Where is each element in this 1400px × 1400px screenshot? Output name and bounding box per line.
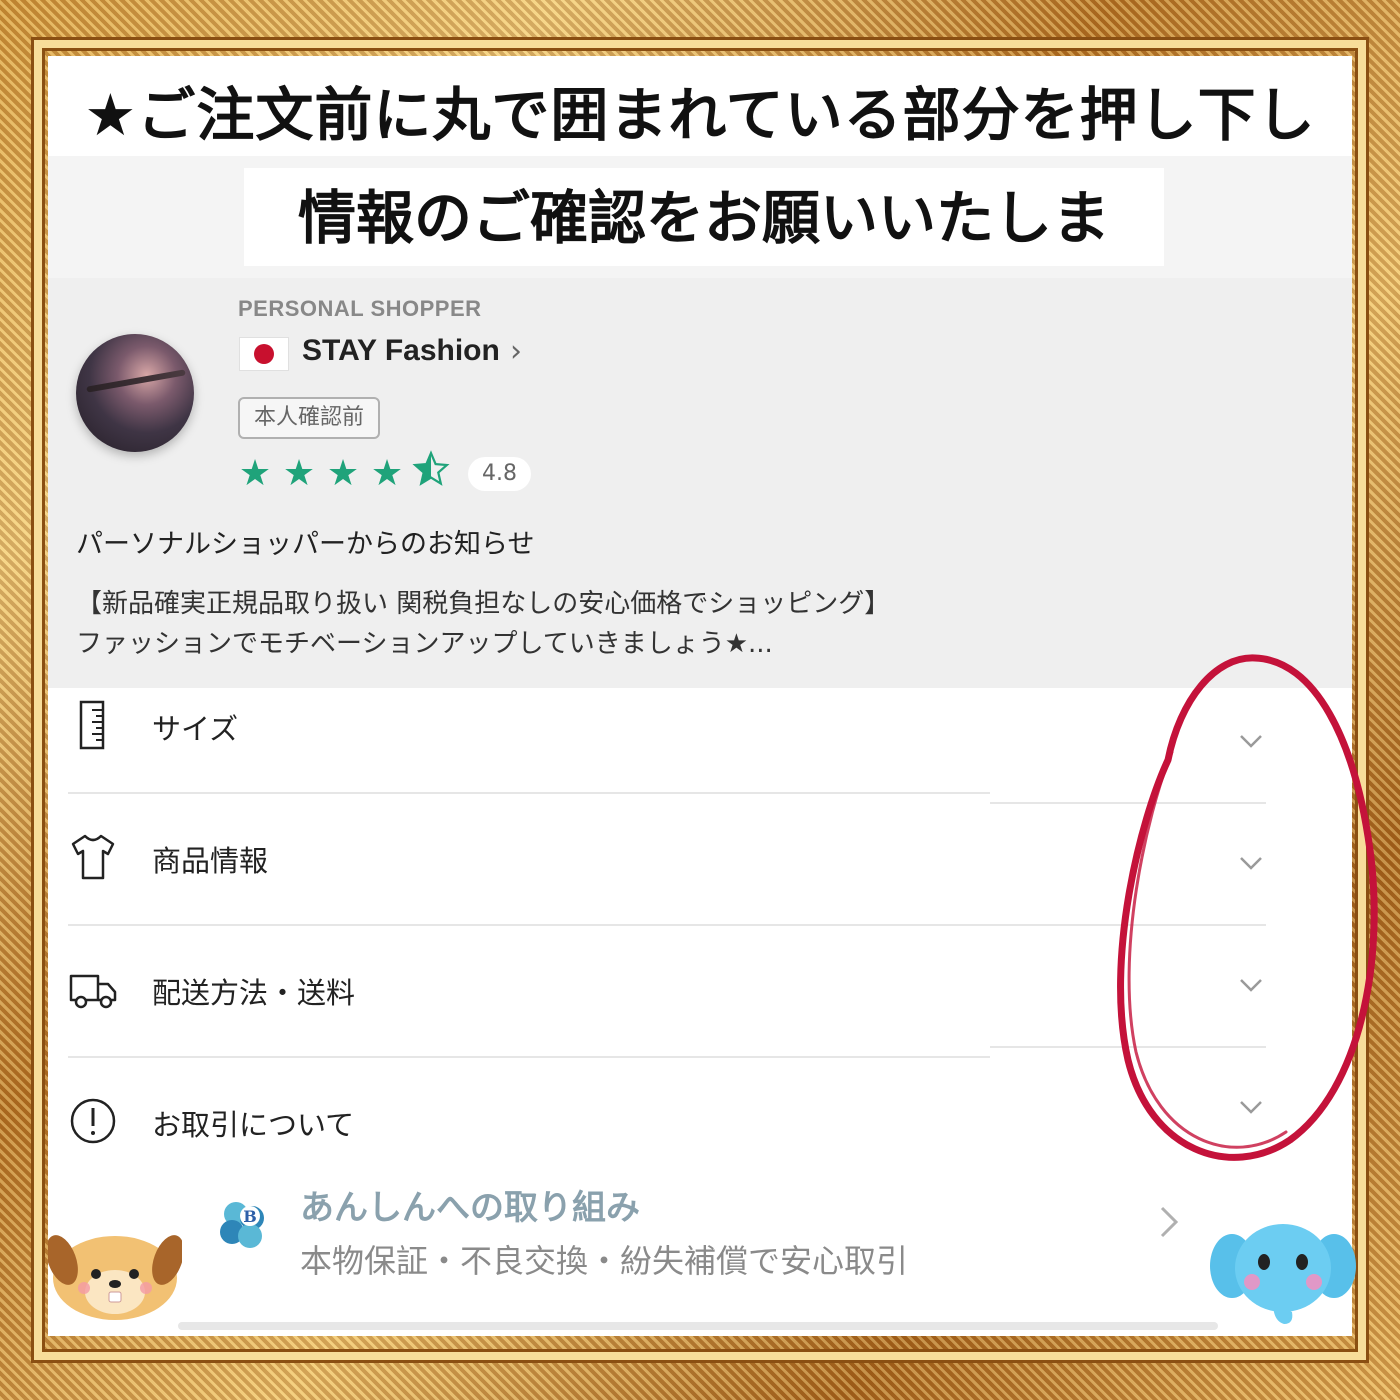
info-circle-icon — [70, 1098, 116, 1144]
star-half-icon — [412, 449, 450, 499]
screenshot-canvas: ★ご注文前に丸で囲まれている部分を押し下し 情報のご確認をお願いいたします。 P… — [48, 56, 1352, 1336]
chevron-right-icon[interactable] — [1156, 1204, 1182, 1249]
divider — [68, 1056, 990, 1058]
notice-title: パーソナルショッパーからのお知らせ — [76, 529, 535, 560]
rating-value: 4.8 — [468, 457, 531, 491]
notice-line-2: ファッションでモチベーションアップしていきましょう★... — [76, 629, 773, 659]
star-full-icon: ★ — [326, 453, 360, 494]
chevron-down-icon[interactable] — [1236, 1092, 1266, 1122]
instruction-line-1: ★ご注文前に丸で囲まれている部分を押し下し — [84, 81, 1316, 149]
chevron-down-icon[interactable] — [1236, 970, 1266, 1000]
divider — [990, 802, 1266, 804]
elephant-mascot-icon — [1210, 1224, 1356, 1324]
star-full-icon: ★ — [238, 453, 272, 494]
ansin-banner[interactable]: B あんしんへの取り組み 本物保証・不良交換・紛失補償で安心取引 — [48, 1164, 1352, 1336]
notice-line-1: 【新品確実正規品取り扱い 関税負担なしの安心価格でショッピング】 — [76, 589, 891, 619]
ruler-icon — [79, 700, 105, 750]
star-full-icon: ★ — [370, 453, 404, 494]
verify-status-badge: 本人確認前 — [238, 397, 381, 439]
avatar[interactable] — [76, 334, 194, 452]
accordion-label: お取引について — [152, 1108, 355, 1142]
svg-text:B: B — [243, 1207, 257, 1226]
accordion-label: サイズ — [152, 712, 239, 746]
accordion-shipping[interactable]: 配送方法・送料 — [48, 952, 1352, 1072]
accordion-size[interactable]: サイズ — [48, 688, 1352, 808]
personal-shopper-label: PERSONAL SHOPPER — [238, 296, 482, 321]
accordion-product-info[interactable]: 商品情報 — [48, 820, 1352, 940]
tshirt-icon — [71, 834, 115, 880]
instruction-line-2: 情報のご確認をお願いいたします。 — [244, 168, 1164, 352]
chevron-down-icon[interactable] — [1236, 848, 1266, 878]
ansin-title: あんしんへの取り組み — [300, 1188, 640, 1228]
chevron-down-icon[interactable] — [1236, 726, 1266, 756]
ansin-subtitle: 本物保証・不良交換・紛失補償で安心取引 — [300, 1242, 909, 1280]
scroll-indicator-bar — [178, 1322, 1218, 1330]
shopper-panel: PERSONAL SHOPPER STAY Fashion › 本人確認前 ★ … — [48, 278, 1352, 688]
divider — [68, 924, 1266, 926]
truck-icon — [69, 974, 117, 1009]
divider — [990, 1046, 1266, 1048]
divider — [68, 792, 990, 794]
accordion-label: 配送方法・送料 — [152, 976, 356, 1010]
shop-name-link[interactable]: STAY Fashion — [302, 334, 500, 368]
star-full-icon: ★ — [282, 453, 316, 494]
clover-b-logo-icon: B — [220, 1202, 264, 1248]
notice-body[interactable]: 【新品確実正規品取り扱い 関税負担なしの安心価格でショッピング】 ファッションで… — [76, 584, 1076, 664]
accordion-label: 商品情報 — [152, 844, 269, 878]
chevron-right-icon[interactable]: › — [510, 334, 522, 369]
japan-flag-icon — [240, 338, 288, 370]
dog-mascot-icon — [48, 1235, 182, 1320]
rating-stars: ★ ★ ★ ★ 4.8 — [236, 449, 531, 499]
instruction-line-2-band: 情報のご確認をお願いいたします。 — [48, 156, 1352, 352]
